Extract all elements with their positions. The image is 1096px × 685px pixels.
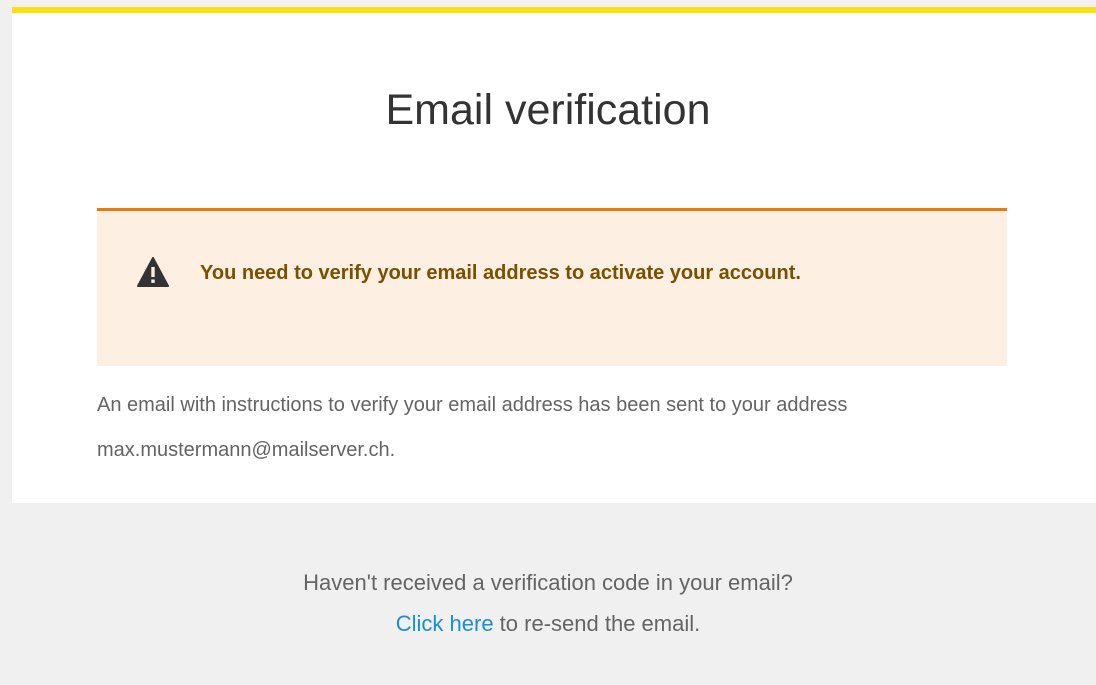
- warning-triangle-icon: [137, 257, 169, 287]
- resend-footer: Haven't received a verification code in …: [12, 503, 1096, 685]
- page-title: Email verification: [385, 86, 711, 134]
- resend-suffix: to re-send the email.: [493, 611, 701, 636]
- warning-alert: You need to verify your email address to…: [97, 208, 1007, 366]
- alert-message: You need to verify your email address to…: [200, 262, 801, 284]
- resend-email-link[interactable]: Click here: [396, 611, 494, 636]
- verification-card: Email verification You need to verify yo…: [12, 7, 1096, 685]
- resend-line: Click here to re-send the email.: [12, 610, 1084, 638]
- resend-question: Haven't received a verification code in …: [303, 570, 793, 595]
- instructions-text: An email with instructions to verify you…: [97, 394, 848, 461]
